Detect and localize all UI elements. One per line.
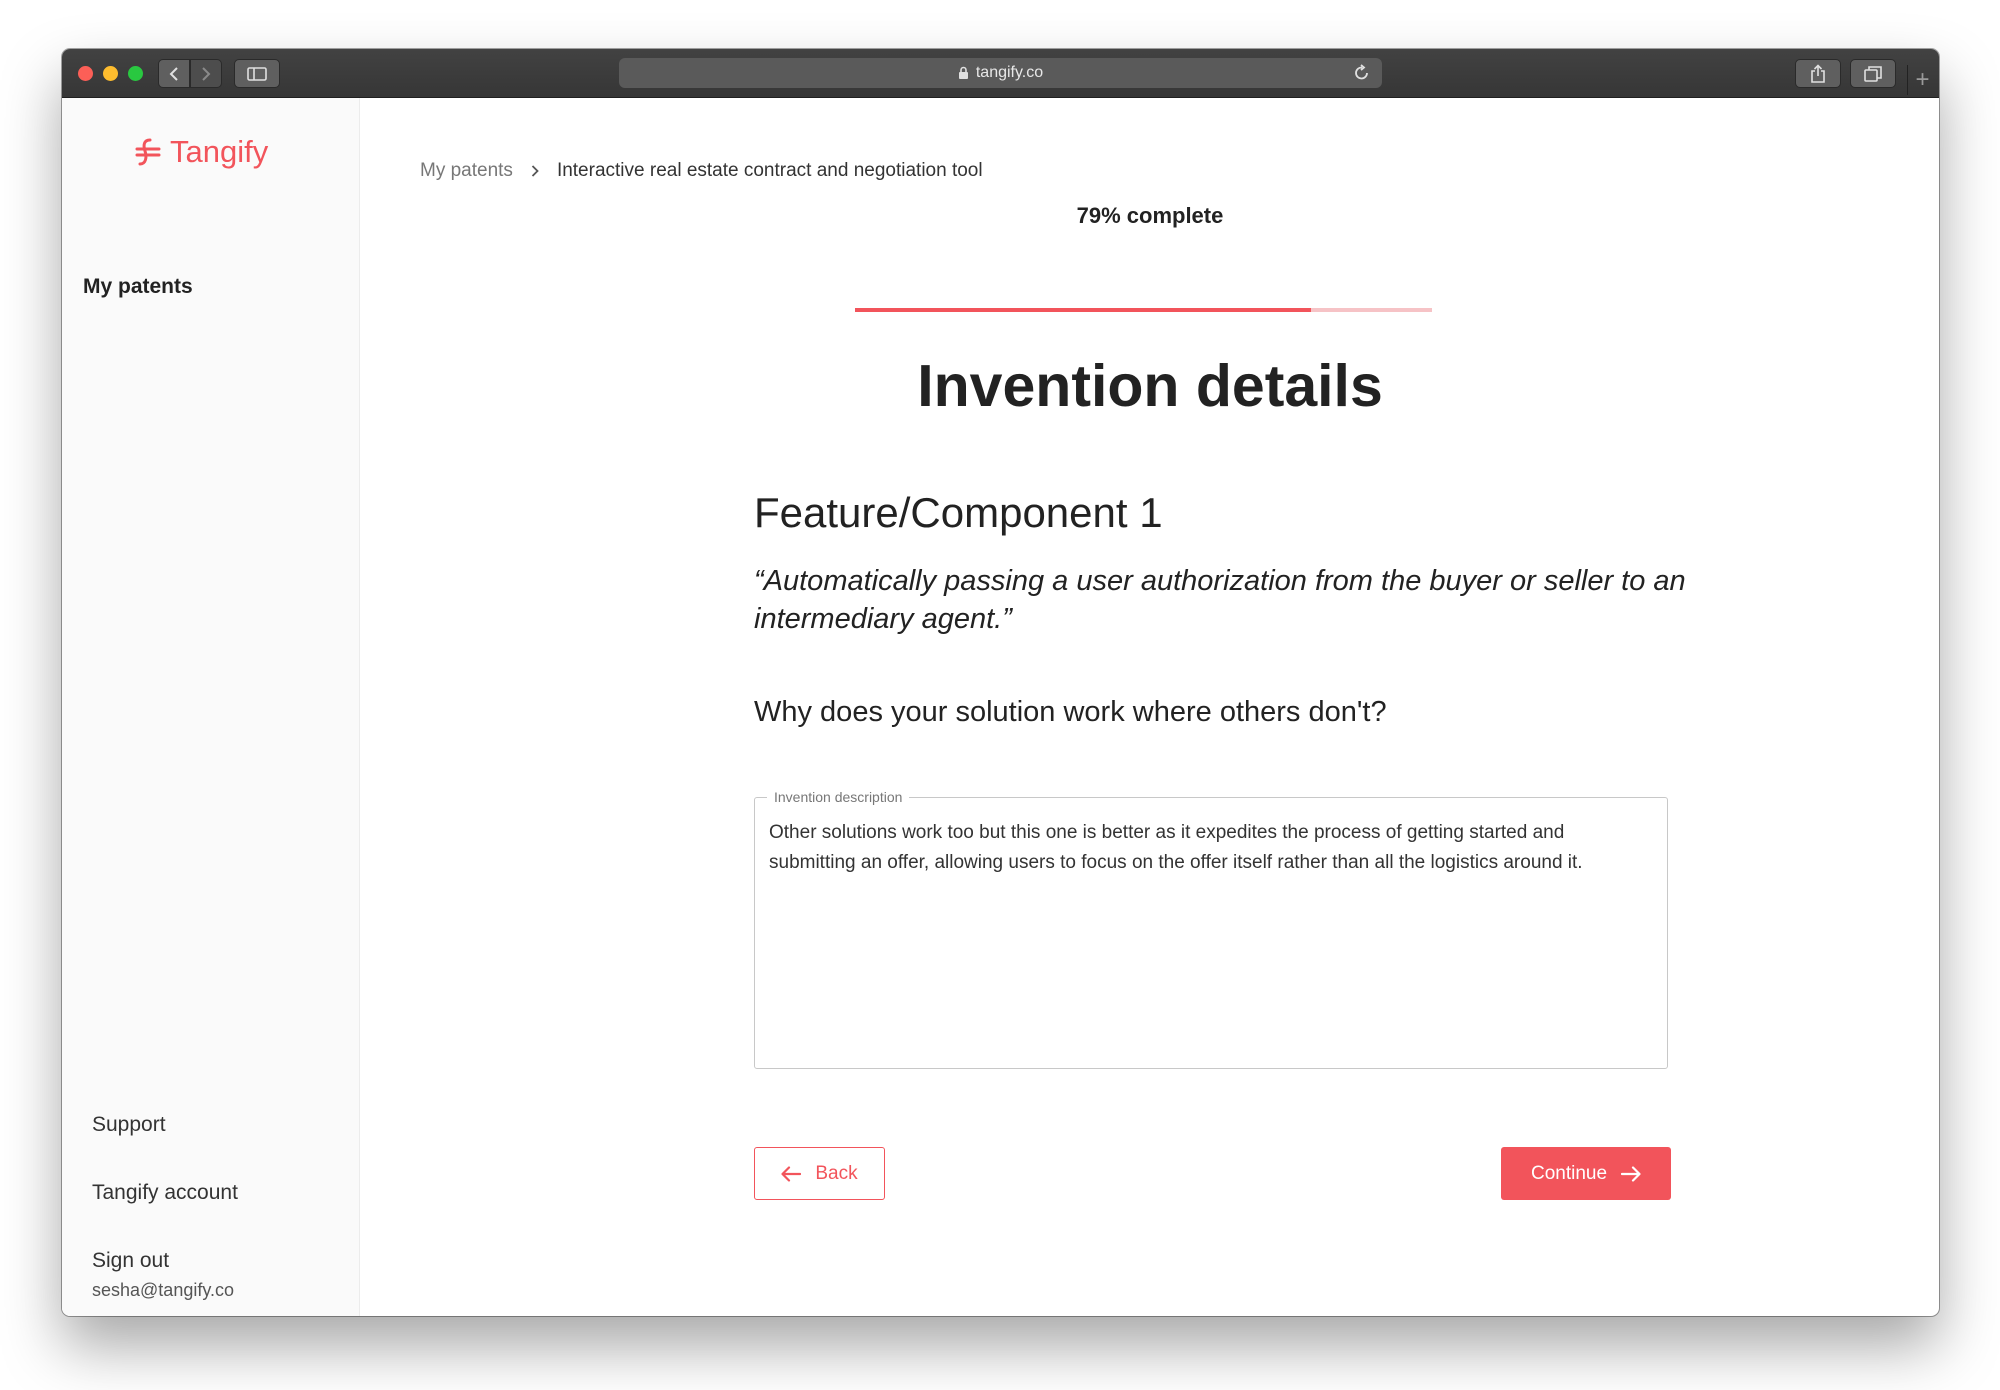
back-button[interactable]: Back bbox=[754, 1147, 885, 1200]
progress-bar bbox=[855, 308, 1432, 312]
url-text: tangify.co bbox=[975, 64, 1044, 81]
sign-out-link[interactable]: Sign out bbox=[92, 1249, 169, 1273]
sidebar: Tangify My patents Support Tangify accou… bbox=[62, 98, 360, 1316]
feature-quote: “Automatically passing a user authorizat… bbox=[754, 565, 1686, 635]
close-window-button[interactable] bbox=[78, 66, 93, 81]
continue-button[interactable]: Continue bbox=[1501, 1147, 1671, 1200]
lock-icon bbox=[958, 66, 969, 80]
chevron-left-icon bbox=[169, 66, 178, 81]
browser-toolbar: tangify.co + bbox=[62, 49, 1939, 98]
chevron-right-icon bbox=[531, 164, 539, 178]
user-email: sesha@tangify.co bbox=[92, 1280, 235, 1300]
progress-bar-fill bbox=[855, 308, 1311, 312]
page-title: Invention details bbox=[917, 353, 1383, 419]
new-tab-button[interactable]: + bbox=[1907, 65, 1937, 95]
address-bar[interactable]: tangify.co bbox=[619, 58, 1382, 88]
feature-title: Feature/Component 1 bbox=[754, 489, 1163, 536]
app-container: Tangify My patents Support Tangify accou… bbox=[62, 98, 1939, 1316]
breadcrumb-my-patents[interactable]: My patents bbox=[420, 160, 513, 182]
minimize-window-button[interactable] bbox=[103, 66, 118, 81]
arrow-right-icon bbox=[1621, 1165, 1641, 1182]
tangify-logo[interactable]: Tangify bbox=[134, 134, 268, 170]
chevron-right-icon bbox=[202, 66, 211, 81]
share-button[interactable] bbox=[1795, 59, 1841, 88]
main-content: My patents Interactive real estate contr… bbox=[361, 98, 1939, 1316]
question-prompt: Why does your solution work where others… bbox=[754, 696, 1387, 728]
continue-button-label: Continue bbox=[1530, 1162, 1608, 1184]
breadcrumb-current: Interactive real estate contract and neg… bbox=[556, 160, 983, 181]
invention-description-field[interactable]: Invention description Other solutions wo… bbox=[754, 789, 1668, 1069]
tangify-logo-icon bbox=[134, 137, 162, 167]
plus-icon: + bbox=[1915, 66, 1930, 93]
share-icon bbox=[1811, 63, 1825, 83]
forward-nav-button[interactable] bbox=[190, 59, 222, 88]
invention-description-textarea[interactable]: Other solutions work too but this one is… bbox=[769, 818, 1653, 878]
zoom-window-button[interactable] bbox=[128, 66, 143, 81]
sidebar-toggle-button[interactable] bbox=[234, 59, 280, 88]
history-nav bbox=[158, 59, 222, 88]
arrow-left-icon bbox=[781, 1165, 802, 1182]
invention-description-label: Invention description bbox=[767, 789, 910, 805]
sidebar-icon bbox=[247, 66, 267, 81]
sidebar-item-support[interactable]: Support bbox=[92, 1113, 166, 1137]
breadcrumb: My patents Interactive real estate contr… bbox=[420, 160, 983, 182]
reload-icon[interactable] bbox=[1354, 64, 1370, 87]
show-tabs-button[interactable] bbox=[1850, 59, 1896, 88]
browser-window: tangify.co + Tangify My patents Support … bbox=[62, 49, 1939, 1316]
tabs-icon bbox=[1864, 65, 1882, 82]
logo-text: Tangify bbox=[170, 134, 269, 169]
sidebar-item-my-patents[interactable]: My patents bbox=[83, 275, 193, 299]
back-nav-button[interactable] bbox=[158, 59, 190, 88]
back-button-label: Back bbox=[815, 1162, 858, 1184]
progress-label: 79% complete bbox=[1076, 203, 1224, 228]
sidebar-item-account[interactable]: Tangify account bbox=[92, 1181, 238, 1205]
